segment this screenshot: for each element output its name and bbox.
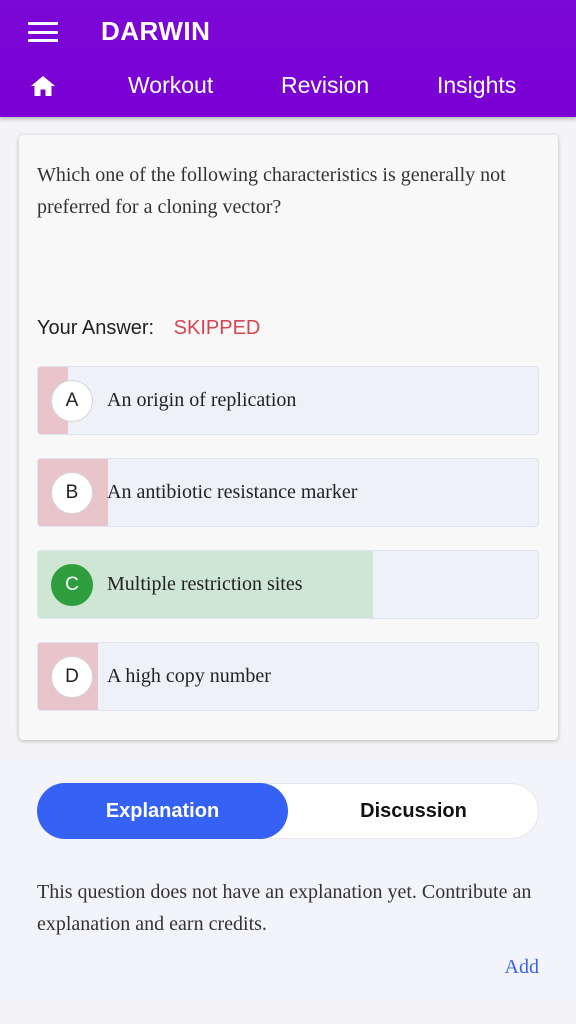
your-answer-value: SKIPPED xyxy=(173,317,261,339)
option-text: A high copy number xyxy=(107,665,271,687)
question-card: Which one of the following characteristi… xyxy=(19,135,558,740)
app-title: DARWIN xyxy=(101,16,211,46)
home-icon[interactable] xyxy=(30,75,56,97)
nav-revision[interactable]: Revision xyxy=(281,72,369,99)
tab-explanation[interactable]: Explanation xyxy=(37,783,288,839)
your-answer-label: Your Answer: xyxy=(37,317,155,339)
app-bar: DARWIN Workout Revision Insights xyxy=(0,0,576,117)
nav-insights[interactable]: Insights xyxy=(437,72,516,99)
option-text: An origin of replication xyxy=(107,389,297,411)
option-d[interactable]: D A high copy number xyxy=(37,642,539,711)
option-letter: D xyxy=(51,656,93,698)
option-b[interactable]: B An antibiotic resistance marker xyxy=(37,458,539,527)
question-text: Which one of the following characteristi… xyxy=(37,164,506,218)
option-c[interactable]: C Multiple restriction sites xyxy=(37,550,539,619)
option-text: An antibiotic resistance marker xyxy=(107,481,358,503)
tab-switcher: Explanation Discussion xyxy=(37,783,539,839)
explanation-panel: Explanation Discussion This question doe… xyxy=(0,760,576,1006)
option-letter: A xyxy=(51,380,93,422)
add-explanation-link[interactable]: Add xyxy=(505,956,539,979)
nav-workout[interactable]: Workout xyxy=(128,72,213,99)
option-letter: B xyxy=(51,472,93,514)
explanation-text: This question does not have an explanati… xyxy=(37,881,532,935)
option-letter: C xyxy=(51,564,93,606)
option-a[interactable]: A An origin of replication xyxy=(37,366,539,435)
your-answer-row: Your Answer: SKIPPED xyxy=(37,317,260,340)
tab-discussion[interactable]: Discussion xyxy=(288,783,539,839)
hamburger-menu-icon[interactable] xyxy=(28,22,58,42)
option-text: Multiple restriction sites xyxy=(107,573,303,595)
